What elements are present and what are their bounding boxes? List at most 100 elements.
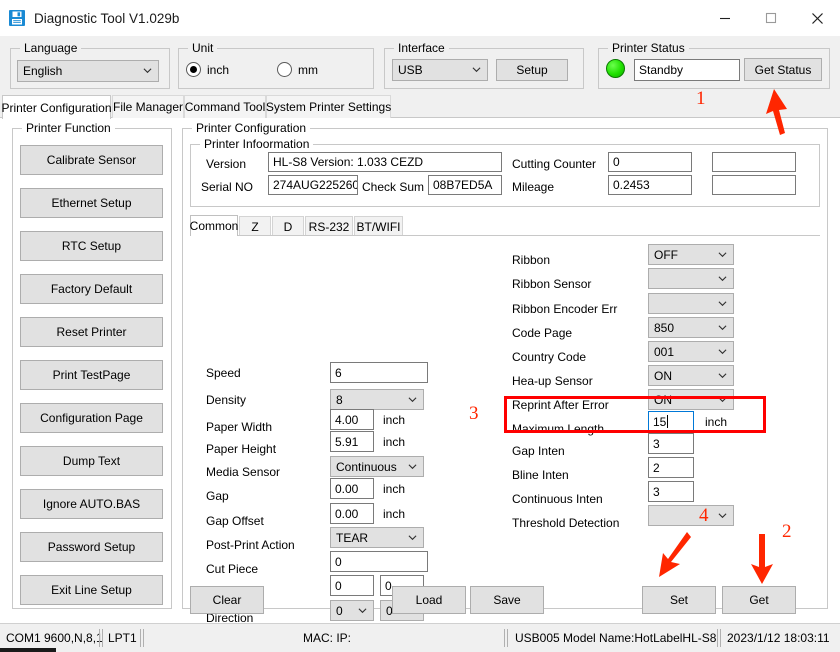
gap-value: 0.00 [335, 481, 359, 496]
inner-tab-d[interactable]: D [272, 216, 304, 236]
set-button[interactable]: Set [642, 586, 716, 614]
media-sensor-select[interactable]: Continuous [330, 456, 424, 477]
bline-inten-value: 2 [653, 460, 660, 475]
bline-inten-input[interactable]: 2 [648, 457, 694, 478]
password-setup-button[interactable]: Password Setup [20, 532, 163, 562]
country-code-select[interactable]: 001 [648, 341, 734, 362]
ignore-autobas-button[interactable]: Ignore AUTO.BAS [20, 489, 163, 519]
calibrate-sensor-button[interactable]: Calibrate Sensor [20, 145, 163, 175]
chevron-down-icon [718, 324, 727, 330]
inner-tab-z[interactable]: Z [239, 216, 271, 236]
radio-dot-mm [277, 62, 292, 77]
radio-dot-inch [186, 62, 201, 77]
direction-select-1[interactable]: 0 [330, 600, 374, 621]
ribbon-encoder-err-label: Ribbon Encoder Err [512, 302, 618, 316]
close-button[interactable] [794, 0, 840, 36]
gap-offset-value: 0.00 [335, 506, 359, 521]
chevron-down-icon [718, 348, 727, 354]
status-separator-3 [140, 629, 141, 647]
get-status-button[interactable]: Get Status [744, 58, 822, 81]
tab-system-printer-settings-label: System Printer Settings [265, 100, 392, 114]
ribbon-sensor-select[interactable] [648, 268, 734, 289]
interface-setup-button[interactable]: Setup [496, 59, 568, 81]
mileage-label: Mileage [512, 179, 555, 194]
maximize-button[interactable] [748, 0, 794, 36]
set-label: Set [669, 593, 688, 607]
factory-default-button[interactable]: Factory Default [20, 274, 163, 304]
rtc-setup-button[interactable]: RTC Setup [20, 231, 163, 261]
status-lpt-port: LPT1 [108, 631, 137, 645]
speed-label: Speed [206, 366, 241, 380]
gap-offset-input[interactable]: 0.00 [330, 503, 374, 524]
printer-status-text: Standby [639, 63, 684, 77]
inner-tab-btwifi[interactable]: BT/WIFI [354, 216, 403, 236]
continuous-inten-input[interactable]: 3 [648, 481, 694, 502]
serial-no-field: 274AUG2252600 [268, 175, 358, 195]
minimize-button[interactable] [702, 0, 748, 36]
ribbon-select[interactable]: OFF [648, 244, 734, 265]
save-button[interactable]: Save [470, 586, 544, 614]
language-select[interactable]: English [17, 60, 159, 82]
save-disk-icon [8, 9, 26, 27]
interface-select[interactable]: USB [392, 59, 488, 81]
status-separator-7 [717, 629, 718, 647]
chevron-down-icon [408, 463, 417, 469]
print-testpage-button[interactable]: Print TestPage [20, 360, 163, 390]
printer-status-led [606, 59, 625, 78]
factory-default-label: Factory Default [50, 282, 133, 296]
mileage-field: 0.2453 [608, 175, 692, 195]
density-select[interactable]: 8 [330, 389, 424, 410]
speed-input[interactable]: 6 [330, 362, 428, 383]
status-usb-model: USB005 Model Name:HotLabelHL-S8 [515, 631, 717, 645]
cut-piece-input[interactable]: 0 [330, 551, 428, 572]
annotation-number-1: 1 [696, 88, 706, 109]
unit-radio-mm[interactable]: mm [277, 62, 318, 77]
tab-file-manager[interactable]: File Manager [112, 95, 184, 118]
exit-line-setup-button[interactable]: Exit Line Setup [20, 575, 163, 605]
clear-button[interactable]: Clear [190, 586, 264, 614]
ribbon-label: Ribbon [512, 253, 551, 267]
main-panel: Printer Function Calibrate Sensor Ethern… [0, 118, 840, 652]
load-label: Load [415, 593, 443, 607]
get-button[interactable]: Get [722, 586, 796, 614]
dump-text-button[interactable]: Dump Text [20, 446, 163, 476]
tab-command-tool[interactable]: Command Tool [184, 95, 266, 118]
chevron-down-icon [358, 607, 367, 613]
inner-tab-rs232-label: RS-232 [308, 219, 350, 234]
ribbon-encoder-err-select[interactable] [648, 293, 734, 314]
ethernet-setup-button[interactable]: Ethernet Setup [20, 188, 163, 218]
print-testpage-label: Print TestPage [52, 368, 131, 382]
gap-input[interactable]: 0.00 [330, 478, 374, 499]
interface-value: USB [398, 63, 423, 77]
serial-no-label: Serial NO [201, 179, 254, 194]
configuration-page-button[interactable]: Configuration Page [20, 403, 163, 433]
annotation-highlight-maximum-length [504, 396, 766, 433]
code-page-select[interactable]: 850 [648, 317, 734, 338]
clear-label: Clear [212, 593, 242, 607]
tab-printer-configuration[interactable]: Printer Configuration [1, 95, 112, 119]
inner-tab-common[interactable]: Common [190, 215, 238, 236]
printer-status-value: Standby [634, 59, 740, 81]
annotation-number-4: 4 [699, 505, 709, 526]
tab-system-printer-settings[interactable]: System Printer Settings [266, 95, 391, 118]
post-print-action-label: Post-Print Action [206, 538, 295, 552]
annotation-arrow-2 [751, 534, 773, 584]
unit-group-title: Unit [188, 41, 218, 55]
threshold-detection-select[interactable] [648, 505, 734, 526]
interface-group-title: Interface [394, 41, 449, 55]
paper-width-input[interactable]: 4.00 [330, 409, 374, 430]
reset-printer-button[interactable]: Reset Printer [20, 317, 163, 347]
paper-height-input[interactable]: 5.91 [330, 431, 374, 452]
inner-tab-underline [190, 235, 820, 236]
mileage-value: 0.2453 [613, 178, 650, 192]
post-print-action-select[interactable]: TEAR [330, 527, 424, 548]
unit-radio-inch[interactable]: inch [186, 62, 229, 77]
load-button[interactable]: Load [392, 586, 466, 614]
inner-tab-rs232[interactable]: RS-232 [305, 216, 353, 236]
head-up-sensor-select[interactable]: ON [648, 365, 734, 386]
ribbon-value: OFF [654, 247, 678, 262]
gap-inten-input[interactable]: 3 [648, 433, 694, 454]
version-value: HL-S8 Version: 1.033 CEZD [273, 155, 424, 169]
chevron-down-icon [472, 67, 481, 73]
reference-input-1[interactable]: 0 [330, 575, 374, 596]
